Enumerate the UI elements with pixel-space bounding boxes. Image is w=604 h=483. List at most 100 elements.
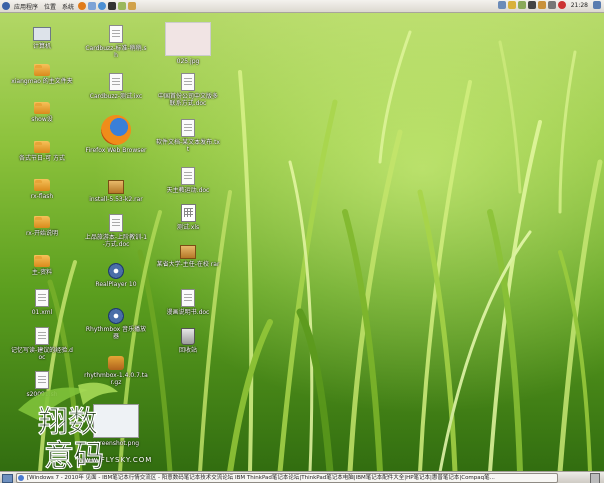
desktop-icon-upload-doc[interactable]: 上品旅游本-上阶教训-1-方式.doc <box>84 213 148 248</box>
user-switch-icon[interactable] <box>593 1 601 9</box>
mail-launcher-icon[interactable] <box>88 2 97 10</box>
icon-label: 计算机 <box>32 43 51 50</box>
desktop-icon-doc-d[interactable]: 天主教运动.doc <box>156 166 220 194</box>
browser-launcher-icon[interactable] <box>78 2 87 10</box>
folder-icon <box>34 141 50 153</box>
icon-label: 测试.xls <box>176 224 200 231</box>
icon-label: 025.jpg <box>176 58 200 65</box>
icon-label: rx-flash <box>30 193 54 200</box>
document-icon <box>35 327 49 345</box>
desktop-icon-firefox[interactable]: Firefox Web Browser <box>84 115 148 154</box>
menu-system[interactable]: 系统 <box>59 2 77 11</box>
icon-label: 中国首份公司中文版多 联系方式.doc <box>157 93 218 107</box>
document-icon <box>181 167 195 185</box>
icon-label: Cardbuzz-测试.ixc <box>89 93 143 100</box>
desktop-icon-image-jpg[interactable]: 025.jpg <box>156 22 220 65</box>
menu-places[interactable]: 位置 <box>41 2 59 11</box>
desktop-icon-xml[interactable]: 01.xml <box>10 288 74 316</box>
image-thumbnail-icon <box>165 22 211 56</box>
icon-label: 各式节日-可 方式 <box>18 155 66 162</box>
taskbar-window-button[interactable]: [Windows 7 - 2010年 见面 - IBM笔记本行情交流区 - 阳意… <box>16 472 558 483</box>
show-desktop-icon[interactable] <box>2 474 13 483</box>
icon-label: 漫画说明书.doc <box>166 309 210 316</box>
archive-icon <box>180 245 196 259</box>
computer-icon <box>33 27 51 41</box>
network-icon[interactable] <box>497 1 506 9</box>
desktop-icon-realplayer[interactable]: RealPlayer 10 <box>84 263 148 288</box>
editor-launcher-icon[interactable] <box>118 2 127 10</box>
icon-label: 上品旅游本-上阶教训-1-方式.doc <box>84 234 148 248</box>
terminal-launcher-icon[interactable] <box>108 2 117 10</box>
document-icon <box>109 214 123 232</box>
folder-icon <box>34 102 50 114</box>
icon-label: Firefox Web Browser <box>85 147 147 154</box>
desktop-icon-home[interactable]: xiangmao 的主文件夹 <box>10 60 74 85</box>
icon-label: 记忆写读-建议的经验.doc <box>11 347 73 361</box>
bottom-panel: [Windows 7 - 2010年 见面 - IBM笔记本行情交流区 - 阳意… <box>0 471 604 483</box>
text-file-icon <box>181 119 195 137</box>
music-icon[interactable] <box>527 1 536 9</box>
desktop-icon-computer[interactable]: 计算机 <box>10 24 74 50</box>
icon-label: 回收站 <box>178 347 197 354</box>
desktop-icon-rhythmbox[interactable]: Rhythmbox 音乐播放器 <box>84 308 148 340</box>
desktop-icon-cardbuzz[interactable]: Cardbuzz-标准-稍稍.sh <box>84 24 148 59</box>
spreadsheet-icon <box>180 204 196 222</box>
rhythmbox-icon <box>108 308 124 324</box>
firefox-icon <box>101 115 131 145</box>
main-menu: 应用程序 位置 系统 <box>0 2 137 11</box>
menu-applications[interactable]: 应用程序 <box>11 2 41 11</box>
icon-label: RealPlayer 10 <box>95 281 137 288</box>
update-icon[interactable] <box>507 1 516 9</box>
home-folder-icon <box>34 64 50 76</box>
desktop-icon-trash[interactable]: 回收站 <box>156 326 220 354</box>
desktop-icon-doc-a[interactable]: 记忆写读-建议的经验.doc <box>10 326 74 361</box>
trash-icon <box>181 328 195 345</box>
desktop-icon-cardbuzz2[interactable]: Cardbuzz-测试.ixc <box>84 72 148 100</box>
gnome-foot-icon[interactable] <box>2 2 10 10</box>
icon-label: Cardbuzz-标准-稍稍.sh <box>85 45 147 59</box>
icon-label: show设 <box>31 116 53 123</box>
volume-icon[interactable] <box>547 1 556 9</box>
power-icon[interactable] <box>557 1 566 9</box>
desktop-icon-doc-e[interactable]: 漫画说明书.doc <box>156 288 220 316</box>
folder-icon <box>34 255 50 267</box>
taskbar-window-title: [Windows 7 - 2010年 见面 - IBM笔记本行情交流区 - 阳意… <box>27 474 495 481</box>
icon-label: 天主教运动.doc <box>166 187 210 194</box>
icon-label: 主-资料 <box>31 269 53 276</box>
desktop-icon-doc-c[interactable]: 软件文档-某文本发布.txt <box>156 118 220 153</box>
desktop-icon-folder-4[interactable]: rx-开始说明 <box>10 212 74 237</box>
help-launcher-icon[interactable] <box>98 2 107 10</box>
watermark-line1: 翔数 <box>38 405 98 440</box>
icon-label: 某省大学-主任-在校 rar <box>156 261 220 268</box>
icon-label: 软件文档-某文本发布.txt <box>156 139 220 153</box>
desktop-icon-folder-5[interactable]: 主-资料 <box>10 251 74 276</box>
icon-label: install-5.53-k2.rar <box>89 196 143 203</box>
desktop-icon-sheet[interactable]: 测试.xls <box>156 204 220 231</box>
trash-applet-icon[interactable] <box>590 473 600 483</box>
icon-label: 01.xml <box>31 309 53 316</box>
browser-window-icon <box>18 474 24 481</box>
desktop-icon-folder-flash[interactable]: rx-flash <box>10 175 74 200</box>
document-icon <box>181 289 195 307</box>
icon-label: rx-开始说明 <box>25 230 59 237</box>
archive-icon <box>108 180 124 194</box>
folder-icon <box>34 179 50 191</box>
archive-icon <box>108 356 124 370</box>
desktop-icon-folder-dates[interactable]: 各式节日-可 方式 <box>10 137 74 162</box>
document-icon <box>181 73 195 91</box>
watermark-site: www.FLYSKY.COM <box>78 456 153 464</box>
clipboard-icon[interactable] <box>517 1 526 9</box>
desktop-icon-doc-b[interactable]: 中国首份公司中文版多 联系方式.doc <box>156 72 220 107</box>
desktop-icon-installer[interactable]: install-5.53-k2.rar <box>84 176 148 203</box>
top-panel: 应用程序 位置 系统 21:28 <box>0 0 604 13</box>
document-icon <box>109 73 123 91</box>
desktop-icon-show[interactable]: show设 <box>10 98 74 123</box>
icon-label: xiangmao 的主文件夹 <box>11 78 73 85</box>
desktop[interactable]: 应用程序 位置 系统 21:28 计算机 xiangmao 的主文件夹 show… <box>0 0 604 483</box>
folder-tray-icon[interactable] <box>537 1 546 9</box>
clock[interactable]: 21:28 <box>571 2 588 9</box>
realplayer-icon <box>108 263 124 279</box>
files-launcher-icon[interactable] <box>128 2 137 10</box>
document-icon <box>109 25 123 43</box>
desktop-icon-rar-a[interactable]: 某省大学-主任-在校 rar <box>156 241 220 268</box>
